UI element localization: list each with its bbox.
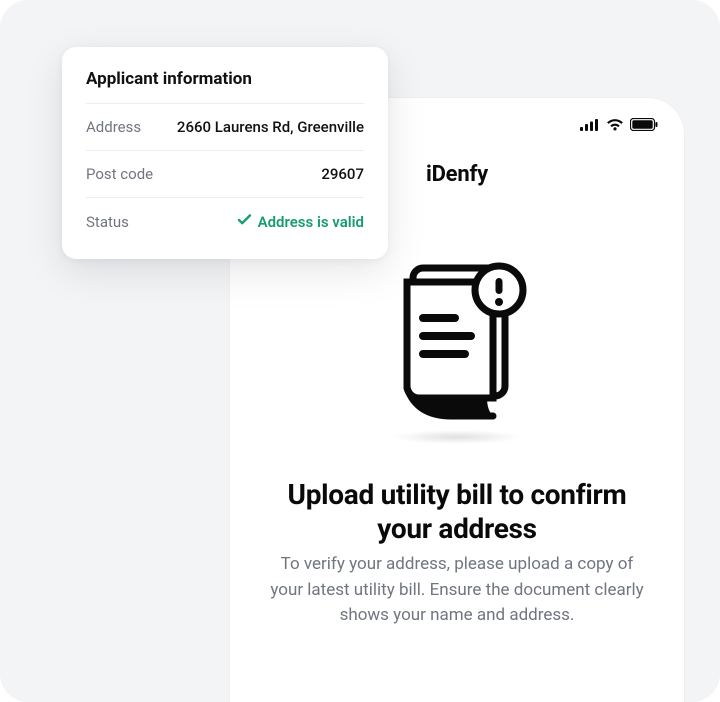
status-bar bbox=[580, 116, 658, 135]
document-alert-illustration bbox=[377, 258, 537, 428]
wifi-icon bbox=[606, 116, 624, 135]
card-title: Applicant information bbox=[86, 69, 364, 89]
brand-logo: iDenfy bbox=[426, 162, 488, 187]
info-row-status: Status Address is valid bbox=[86, 197, 364, 245]
upload-subcopy: To verify your address, please upload a … bbox=[230, 552, 684, 629]
row-label: Address bbox=[86, 118, 141, 136]
row-value: 2660 Laurens Rd, Greenville bbox=[177, 118, 364, 136]
illustration-shadow bbox=[392, 430, 522, 444]
status-badge: Address is valid bbox=[237, 212, 364, 231]
info-row-address: Address 2660 Laurens Rd, Greenville bbox=[86, 103, 364, 150]
upload-headline: Upload utility bill to confirm your addr… bbox=[230, 478, 684, 545]
canvas-background: iDenfy Upload utility bill to bbox=[0, 0, 720, 702]
row-label: Status bbox=[86, 213, 129, 231]
row-value: 29607 bbox=[321, 165, 364, 183]
row-label: Post code bbox=[86, 165, 153, 183]
signal-icon bbox=[580, 116, 600, 135]
applicant-info-card: Applicant information Address 2660 Laure… bbox=[62, 47, 388, 259]
info-row-postcode: Post code 29607 bbox=[86, 150, 364, 197]
battery-icon bbox=[630, 116, 658, 135]
check-icon bbox=[237, 212, 252, 231]
status-text: Address is valid bbox=[258, 213, 364, 231]
